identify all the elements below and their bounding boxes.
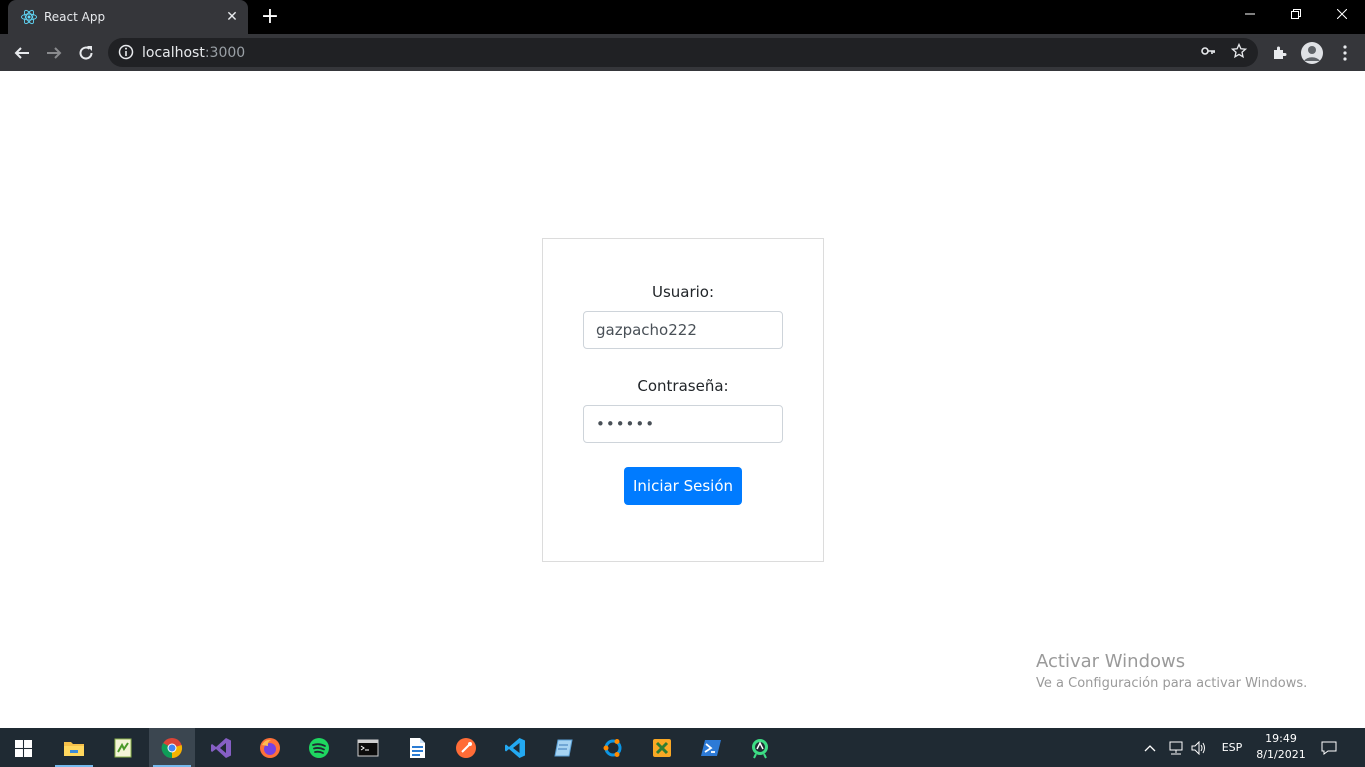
username-label: Usuario: — [651, 283, 715, 301]
chevron-up-icon — [1144, 745, 1156, 752]
taskbar-xampp[interactable] — [639, 728, 685, 767]
minimize-button[interactable] — [1227, 0, 1273, 34]
profile-avatar-button[interactable] — [1299, 40, 1325, 66]
taskbar-word-document[interactable] — [394, 728, 440, 767]
puzzle-icon — [1274, 46, 1287, 59]
network-icon — [1169, 741, 1183, 755]
word-document-icon — [410, 738, 425, 758]
page-content: Usuario: Contraseña: •••••• Iniciar Sesi… — [0, 71, 1365, 728]
taskbar-firefox[interactable] — [247, 728, 293, 767]
taskbar-visual-studio[interactable] — [198, 728, 244, 767]
visual-studio-icon — [211, 738, 231, 758]
avatar-icon — [1301, 42, 1323, 64]
login-card: Usuario: Contraseña: •••••• Iniciar Sesi… — [542, 238, 824, 562]
chrome-menu-button[interactable] — [1332, 40, 1358, 66]
new-tab-button[interactable]: + — [258, 6, 282, 30]
restore-button[interactable] — [1273, 0, 1319, 34]
clock-date: 8/1/2021 — [1256, 748, 1306, 761]
android-studio-icon — [752, 739, 768, 759]
windows-logo-icon — [15, 740, 32, 757]
taskbar-notepad-plus[interactable] — [100, 728, 146, 767]
password-label: Contraseña: — [637, 377, 729, 395]
taskbar-chrome[interactable] — [149, 728, 195, 767]
show-hidden-icons-button[interactable] — [1144, 728, 1160, 767]
taskbar-powershell[interactable] — [688, 728, 734, 767]
taskbar-file-explorer[interactable] — [51, 728, 97, 767]
tab-title: React App — [44, 10, 106, 24]
terminal-icon — [357, 739, 379, 757]
minimize-icon — [1245, 13, 1255, 15]
notification-icon — [1321, 741, 1337, 755]
tab-close-icon[interactable]: ✕ — [224, 9, 240, 25]
activate-windows-watermark: Activar Windows Ve a Configuración para … — [1036, 651, 1307, 691]
ubuntu-icon — [603, 739, 622, 757]
speaker-icon — [1191, 740, 1205, 756]
taskbar-notepad[interactable] — [541, 728, 587, 767]
taskbar-terminal[interactable] — [345, 728, 391, 767]
url-port: :3000 — [204, 45, 246, 61]
forward-button[interactable] — [41, 40, 67, 66]
firefox-icon — [260, 738, 280, 758]
arrow-left-icon — [14, 47, 29, 59]
action-center-button[interactable] — [1321, 728, 1345, 767]
info-icon[interactable] — [118, 44, 134, 60]
watermark-title: Activar Windows — [1036, 651, 1186, 672]
url-host: localhost — [142, 45, 205, 61]
arrow-right-icon — [47, 47, 62, 59]
browser-tab[interactable]: React App ✕ — [8, 0, 248, 34]
reload-button[interactable] — [73, 40, 99, 66]
password-input[interactable]: •••••• — [583, 405, 783, 443]
close-icon — [1336, 8, 1348, 20]
address-bar[interactable]: localhost:3000 — [108, 38, 1258, 67]
file-explorer-icon — [64, 742, 84, 756]
login-button[interactable]: Iniciar Sesión — [624, 467, 742, 505]
close-window-button[interactable] — [1319, 0, 1365, 34]
browser-titlebar: React App ✕ + — [0, 0, 1365, 34]
back-button[interactable] — [9, 40, 35, 66]
xampp-icon — [653, 739, 671, 757]
username-input[interactable] — [583, 311, 783, 349]
notepad-plus-icon — [114, 738, 132, 758]
clock-time: 19:49 — [1265, 732, 1297, 745]
url-text: localhost:3000 — [142, 45, 245, 61]
browser-toolbar: localhost:3000 — [0, 34, 1365, 71]
language-indicator[interactable]: ESP — [1219, 728, 1245, 767]
chrome-icon — [161, 738, 183, 759]
powershell-icon — [701, 740, 721, 756]
reload-icon — [79, 46, 93, 60]
spotify-icon — [309, 738, 329, 758]
postman-icon — [456, 738, 476, 758]
network-button[interactable] — [1167, 728, 1187, 767]
taskbar-ubuntu[interactable] — [590, 728, 636, 767]
react-logo-icon — [21, 9, 37, 25]
start-button[interactable] — [0, 728, 46, 767]
notepad-icon — [554, 739, 573, 757]
key-icon[interactable] — [1199, 43, 1217, 61]
taskbar-spotify[interactable] — [296, 728, 342, 767]
restore-icon — [1291, 9, 1301, 19]
taskbar-vscode[interactable] — [492, 728, 538, 767]
watermark-subtitle: Ve a Configuración para activar Windows. — [1036, 676, 1308, 691]
volume-button[interactable] — [1191, 728, 1211, 767]
clock[interactable]: 19:49 8/1/2021 — [1253, 731, 1309, 763]
taskbar-postman[interactable] — [443, 728, 489, 767]
bookmark-star-icon[interactable] — [1230, 42, 1248, 61]
taskbar-android-studio[interactable] — [737, 728, 783, 767]
windows-taskbar: ESP 19:49 8/1/2021 — [0, 728, 1365, 767]
vscode-icon — [505, 738, 525, 758]
extensions-button[interactable] — [1267, 40, 1293, 66]
more-vertical-icon — [1343, 45, 1347, 61]
